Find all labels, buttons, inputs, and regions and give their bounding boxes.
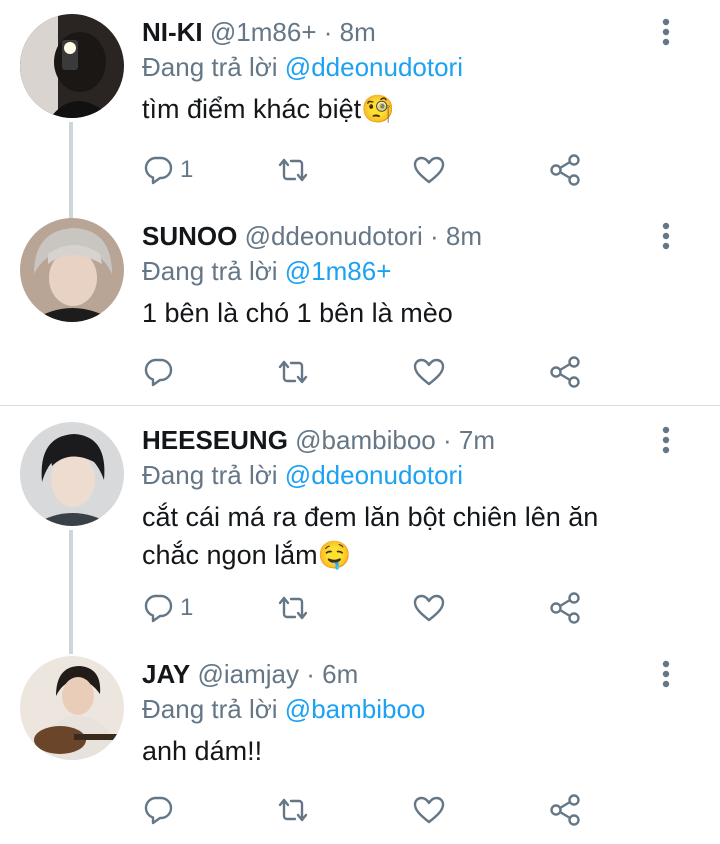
avatar[interactable] (20, 14, 124, 118)
timestamp[interactable]: 8m (446, 221, 482, 251)
retweet-button[interactable] (276, 588, 310, 628)
more-menu-icon[interactable] (648, 656, 684, 696)
retweet-icon (278, 158, 308, 182)
reply-handle-link[interactable]: @ddeonudotori (285, 460, 463, 490)
display-name[interactable]: JAY (142, 659, 190, 689)
tweet-header: HEESEUNG @bambiboo · 7m (142, 424, 495, 456)
display-name[interactable]: NI-KI (142, 17, 203, 47)
action-bar: 1 (142, 588, 602, 628)
reply-icon (144, 358, 173, 387)
separator-dot: · (306, 659, 315, 689)
action-bar (142, 790, 602, 830)
retweet-button[interactable] (276, 790, 310, 830)
like-icon (413, 594, 445, 622)
display-name[interactable]: HEESEUNG (142, 425, 288, 455)
share-icon (550, 154, 580, 186)
tweet-text: cắt cái má ra đem lăn bột chiên lên ăn c… (142, 502, 599, 570)
replying-to: Đang trả lời @bambiboo (142, 692, 425, 726)
separator-dot: · (323, 17, 333, 47)
timestamp[interactable]: 8m (340, 17, 376, 47)
like-button[interactable] (412, 150, 446, 190)
share-button[interactable] (548, 150, 582, 190)
more-menu-icon[interactable] (648, 14, 684, 54)
user-handle[interactable]: @1m86+ (210, 17, 317, 47)
reply-icon (144, 796, 173, 825)
reply-count: 1 (180, 156, 194, 183)
user-handle[interactable]: @ddeonudotori (245, 221, 423, 251)
reply-button[interactable] (142, 790, 180, 830)
reply-handle-link[interactable]: @1m86+ (285, 256, 392, 286)
timestamp[interactable]: 6m (322, 659, 358, 689)
reply-icon (144, 594, 173, 623)
action-bar: 1 (142, 150, 602, 190)
tweet-header: NI-KI @1m86+ · 8m (142, 16, 376, 48)
reply-handle-link[interactable]: @bambiboo (285, 694, 426, 724)
share-button[interactable] (548, 588, 582, 628)
more-menu-icon[interactable] (648, 218, 684, 258)
tweet[interactable]: SUNOO @ddeonudotori · 8m Đang trả lời @1… (0, 218, 720, 404)
replying-to-label: Đang trả lời (142, 256, 278, 286)
share-icon (550, 356, 580, 388)
retweet-icon (278, 596, 308, 620)
tweet[interactable]: NI-KI @1m86+ · 8m Đang trả lời @ddeonudo… (0, 14, 720, 204)
tweet-header: SUNOO @ddeonudotori · 8m (142, 220, 482, 252)
separator-dot: · (430, 221, 439, 251)
like-icon (413, 358, 445, 386)
tweet[interactable]: HEESEUNG @bambiboo · 7m Đang trả lời @dd… (0, 422, 720, 652)
tweet-text: tìm điểm khác biệt🧐 (142, 94, 395, 124)
replying-to: Đang trả lời @ddeonudotori (142, 50, 463, 84)
like-button[interactable] (412, 352, 446, 392)
action-bar (142, 352, 602, 392)
retweet-button[interactable] (276, 150, 310, 190)
share-icon (550, 794, 580, 826)
retweet-button[interactable] (276, 352, 310, 392)
like-icon (413, 156, 445, 184)
replying-to-label: Đang trả lời (142, 694, 278, 724)
reply-icon (144, 156, 173, 185)
reply-button[interactable]: 1 (142, 150, 193, 190)
tweet-text: 1 bên là chó 1 bên là mèo (142, 298, 453, 328)
avatar[interactable] (20, 656, 124, 760)
replying-to-label: Đang trả lời (142, 460, 278, 490)
more-menu-icon[interactable] (648, 422, 684, 462)
user-handle[interactable]: @bambiboo (295, 425, 436, 455)
tweet-header: JAY @iamjay · 6m (142, 658, 358, 690)
replying-to: Đang trả lời @1m86+ (142, 254, 391, 288)
share-button[interactable] (548, 352, 582, 392)
reply-button[interactable] (142, 352, 180, 392)
replying-to: Đang trả lời @ddeonudotori (142, 458, 463, 492)
like-icon (413, 796, 445, 824)
share-icon (550, 592, 580, 624)
conversation-divider (0, 405, 720, 406)
tweet-text: anh dám!! (142, 736, 263, 766)
like-button[interactable] (412, 790, 446, 830)
retweet-icon (278, 798, 308, 822)
retweet-icon (278, 360, 308, 384)
replying-to-label: Đang trả lời (142, 52, 278, 82)
share-button[interactable] (548, 790, 582, 830)
avatar[interactable] (20, 218, 124, 322)
display-name[interactable]: SUNOO (142, 221, 237, 251)
timestamp[interactable]: 7m (459, 425, 495, 455)
like-button[interactable] (412, 588, 446, 628)
separator-dot: · (442, 425, 452, 455)
reply-button[interactable]: 1 (142, 588, 193, 628)
reply-count: 1 (180, 594, 194, 621)
avatar[interactable] (20, 422, 124, 526)
user-handle[interactable]: @iamjay (197, 659, 299, 689)
tweet[interactable]: JAY @iamjay · 6m Đang trả lời @bambiboo … (0, 656, 720, 844)
reply-handle-link[interactable]: @ddeonudotori (285, 52, 463, 82)
